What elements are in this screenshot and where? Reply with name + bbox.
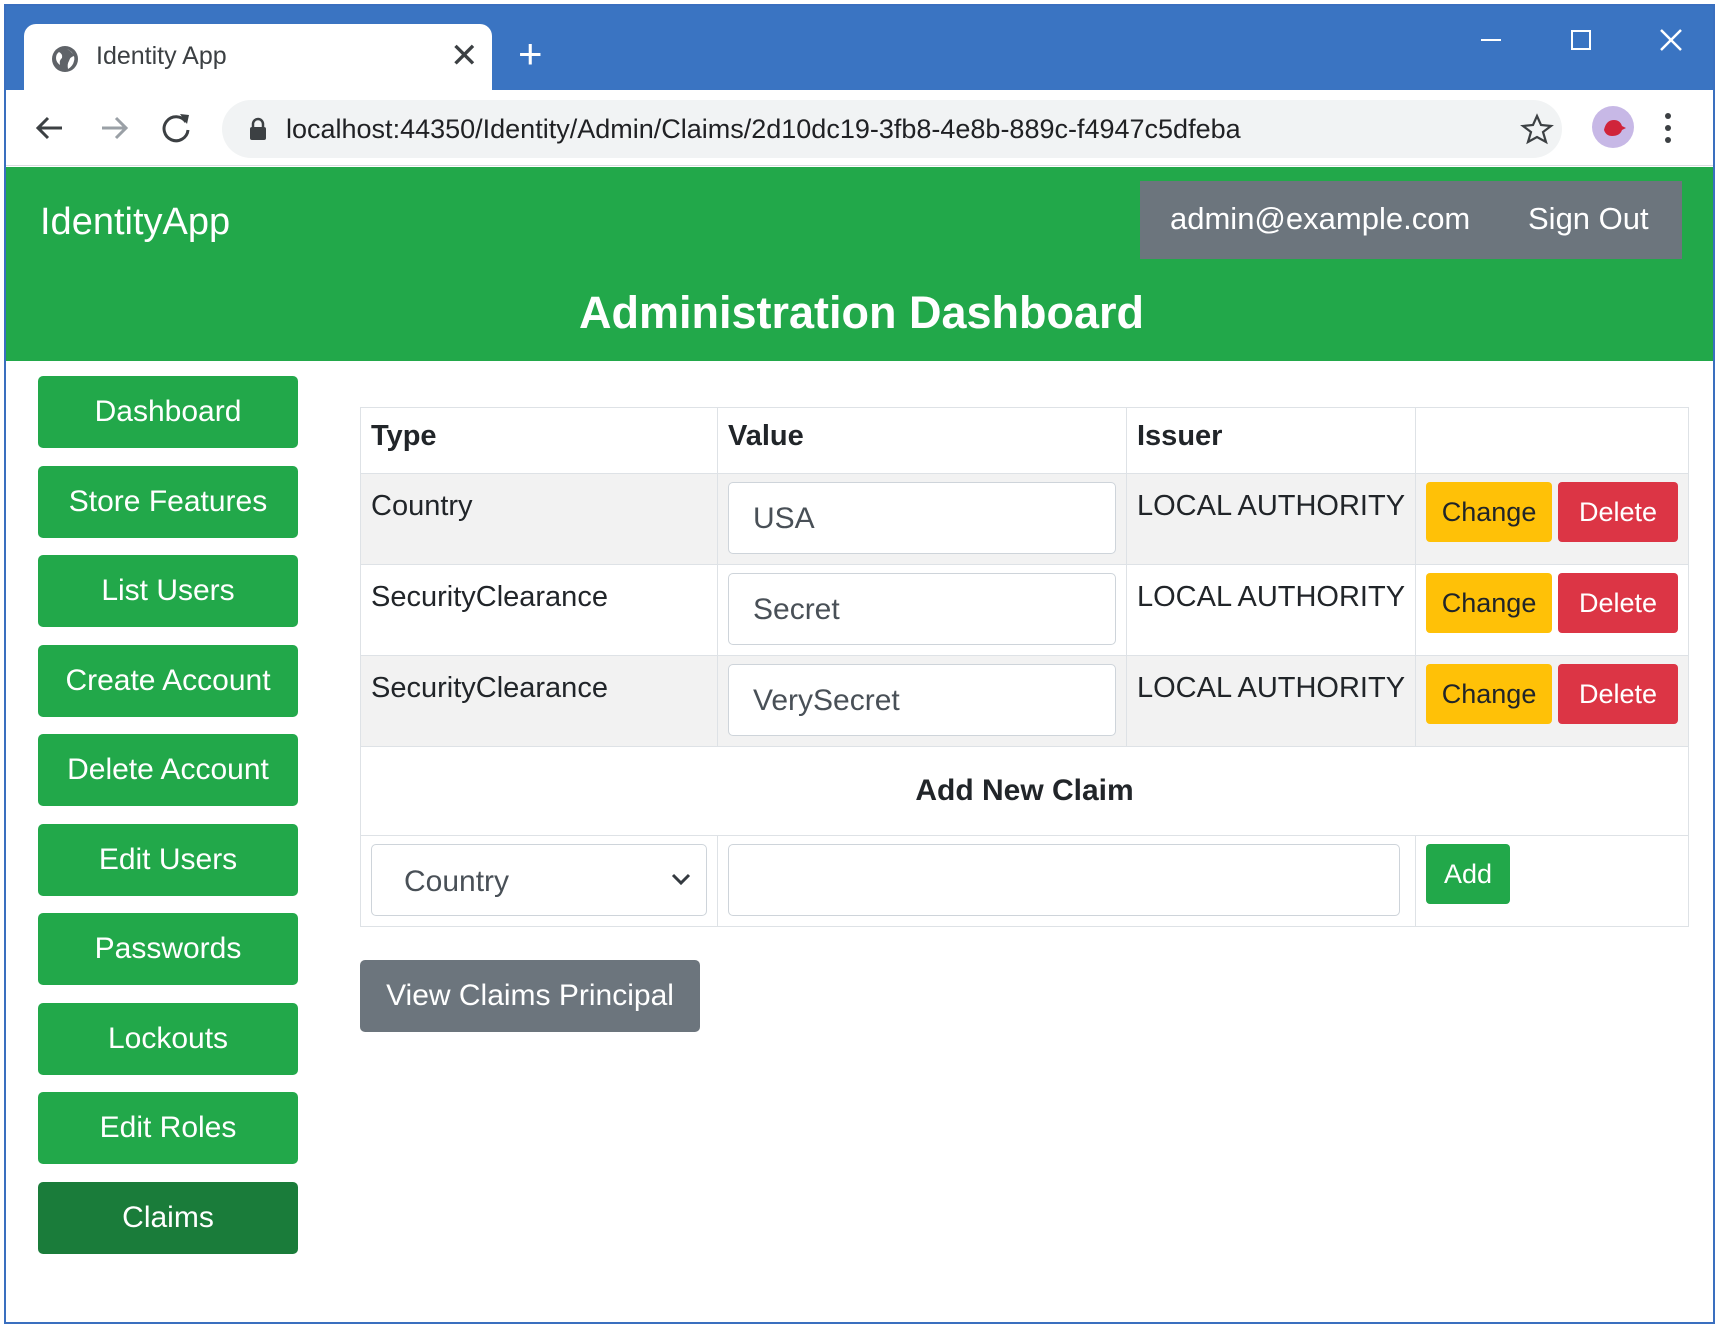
address-bar: localhost:44350/Identity/Admin/Claims/2d… <box>6 90 1713 166</box>
actions-cell: Change Delete <box>1415 564 1690 656</box>
claim-value-input[interactable]: USA <box>728 482 1116 554</box>
issuer-cell: LOCAL AUTHORITY <box>1125 564 1417 656</box>
new-claim-value-input[interactable] <box>728 844 1400 916</box>
claims-table: Type Value Issuer Country USA LOCAL AUTH… <box>359 407 1690 927</box>
header-issuer: Issuer <box>1125 407 1417 474</box>
new-tab-button[interactable]: + <box>518 33 543 75</box>
change-button[interactable]: Change <box>1426 482 1553 542</box>
back-icon[interactable] <box>32 110 68 146</box>
claim-type-select[interactable]: Country <box>371 844 707 916</box>
view-claims-principal-button[interactable]: View Claims Principal <box>360 960 700 1032</box>
delete-button[interactable]: Delete <box>1558 573 1679 633</box>
actions-cell: Change Delete <box>1415 655 1690 747</box>
title-bar: Identity App ✕ + <box>6 6 1713 94</box>
brand[interactable]: IdentityApp <box>40 201 230 244</box>
lock-icon[interactable] <box>248 117 268 141</box>
close-icon[interactable] <box>1641 20 1701 60</box>
add-button[interactable]: Add <box>1426 844 1511 904</box>
sign-out-link[interactable]: Sign Out <box>1528 201 1649 237</box>
reload-icon[interactable] <box>158 110 194 146</box>
sidebar-item-store-features[interactable]: Store Features <box>38 465 298 538</box>
sidebar-item-lockouts[interactable]: Lockouts <box>38 1002 298 1075</box>
sidebar-item-edit-users[interactable]: Edit Users <box>38 823 298 896</box>
change-button[interactable]: Change <box>1426 573 1553 633</box>
star-icon[interactable] <box>1520 112 1554 146</box>
table-row: SecurityClearance VerySecret LOCAL AUTHO… <box>360 655 1690 747</box>
globe-icon <box>52 46 78 72</box>
claim-type: SecurityClearance <box>371 581 608 613</box>
menu-icon[interactable] <box>1660 108 1676 148</box>
maximize-icon[interactable] <box>1551 20 1611 60</box>
sidebar-item-list-users[interactable]: List Users <box>38 555 298 627</box>
sidebar: Dashboard Store Features List Users Crea… <box>38 376 300 1271</box>
claim-type-selected: Country <box>404 865 510 898</box>
table-header-row: Type Value Issuer <box>360 407 1690 474</box>
claim-issuer: LOCAL AUTHORITY <box>1137 672 1406 704</box>
avatar[interactable] <box>1592 106 1634 148</box>
value-cell: VerySecret <box>717 655 1127 747</box>
claim-issuer: LOCAL AUTHORITY <box>1137 581 1406 613</box>
sidebar-item-dashboard[interactable]: Dashboard <box>38 376 298 448</box>
browser-window: Identity App ✕ + localhost:44350/Identit… <box>4 4 1715 1324</box>
issuer-cell: LOCAL AUTHORITY <box>1125 473 1417 565</box>
type-cell: SecurityClearance <box>360 564 718 656</box>
delete-button[interactable]: Delete <box>1558 664 1679 724</box>
page-title: Administration Dashboard <box>578 287 1145 338</box>
minimize-icon[interactable] <box>1461 20 1521 60</box>
add-cell: Add <box>1415 835 1690 927</box>
sidebar-item-create-account[interactable]: Create Account <box>38 644 298 717</box>
forward-icon[interactable] <box>96 110 132 146</box>
add-claim-heading-row: Add New Claim <box>359 746 1690 836</box>
chevron-down-icon <box>671 873 691 886</box>
table-row: SecurityClearance Secret LOCAL AUTHORITY… <box>360 564 1690 656</box>
sidebar-item-delete-account[interactable]: Delete Account <box>38 734 298 806</box>
user-box: admin@example.com Sign Out <box>1140 181 1682 259</box>
browser-tab[interactable]: Identity App ✕ <box>24 24 492 94</box>
issuer-cell: LOCAL AUTHORITY <box>1125 655 1417 747</box>
type-cell: SecurityClearance <box>360 655 718 747</box>
tab-title: Identity App <box>96 42 227 70</box>
user-email: admin@example.com <box>1170 201 1471 236</box>
claim-value-input[interactable]: Secret <box>728 573 1116 645</box>
app-header: IdentityApp admin@example.com Sign Out A… <box>6 167 1713 361</box>
sidebar-item-edit-roles[interactable]: Edit Roles <box>38 1092 298 1164</box>
tab-close-icon[interactable]: ✕ <box>450 36 479 76</box>
claim-type: Country <box>371 490 473 522</box>
header-type: Type <box>360 407 718 474</box>
sidebar-item-passwords[interactable]: Passwords <box>38 913 298 985</box>
type-cell: Country <box>360 473 718 565</box>
url-bar[interactable]: localhost:44350/Identity/Admin/Claims/2d… <box>222 100 1562 158</box>
table-row: Country USA LOCAL AUTHORITY Change Delete <box>360 473 1690 565</box>
add-claim-row: Country Add <box>360 835 1690 927</box>
claim-type: SecurityClearance <box>371 672 608 704</box>
value-cell: USA <box>717 473 1127 565</box>
delete-button[interactable]: Delete <box>1558 482 1679 542</box>
value-cell: Secret <box>717 564 1127 656</box>
header-value: Value <box>717 407 1127 474</box>
header-actions <box>1415 407 1690 474</box>
add-claim-heading: Add New Claim <box>359 746 1690 836</box>
url-text[interactable]: localhost:44350/Identity/Admin/Claims/2d… <box>286 114 1241 145</box>
sidebar-item-claims[interactable]: Claims <box>38 1181 298 1254</box>
change-button[interactable]: Change <box>1426 664 1553 724</box>
claim-value-input[interactable]: VerySecret <box>728 664 1116 736</box>
actions-cell: Change Delete <box>1415 473 1690 565</box>
new-type-cell: Country <box>360 835 718 927</box>
new-value-cell <box>716 835 1417 927</box>
claim-issuer: LOCAL AUTHORITY <box>1137 490 1406 522</box>
